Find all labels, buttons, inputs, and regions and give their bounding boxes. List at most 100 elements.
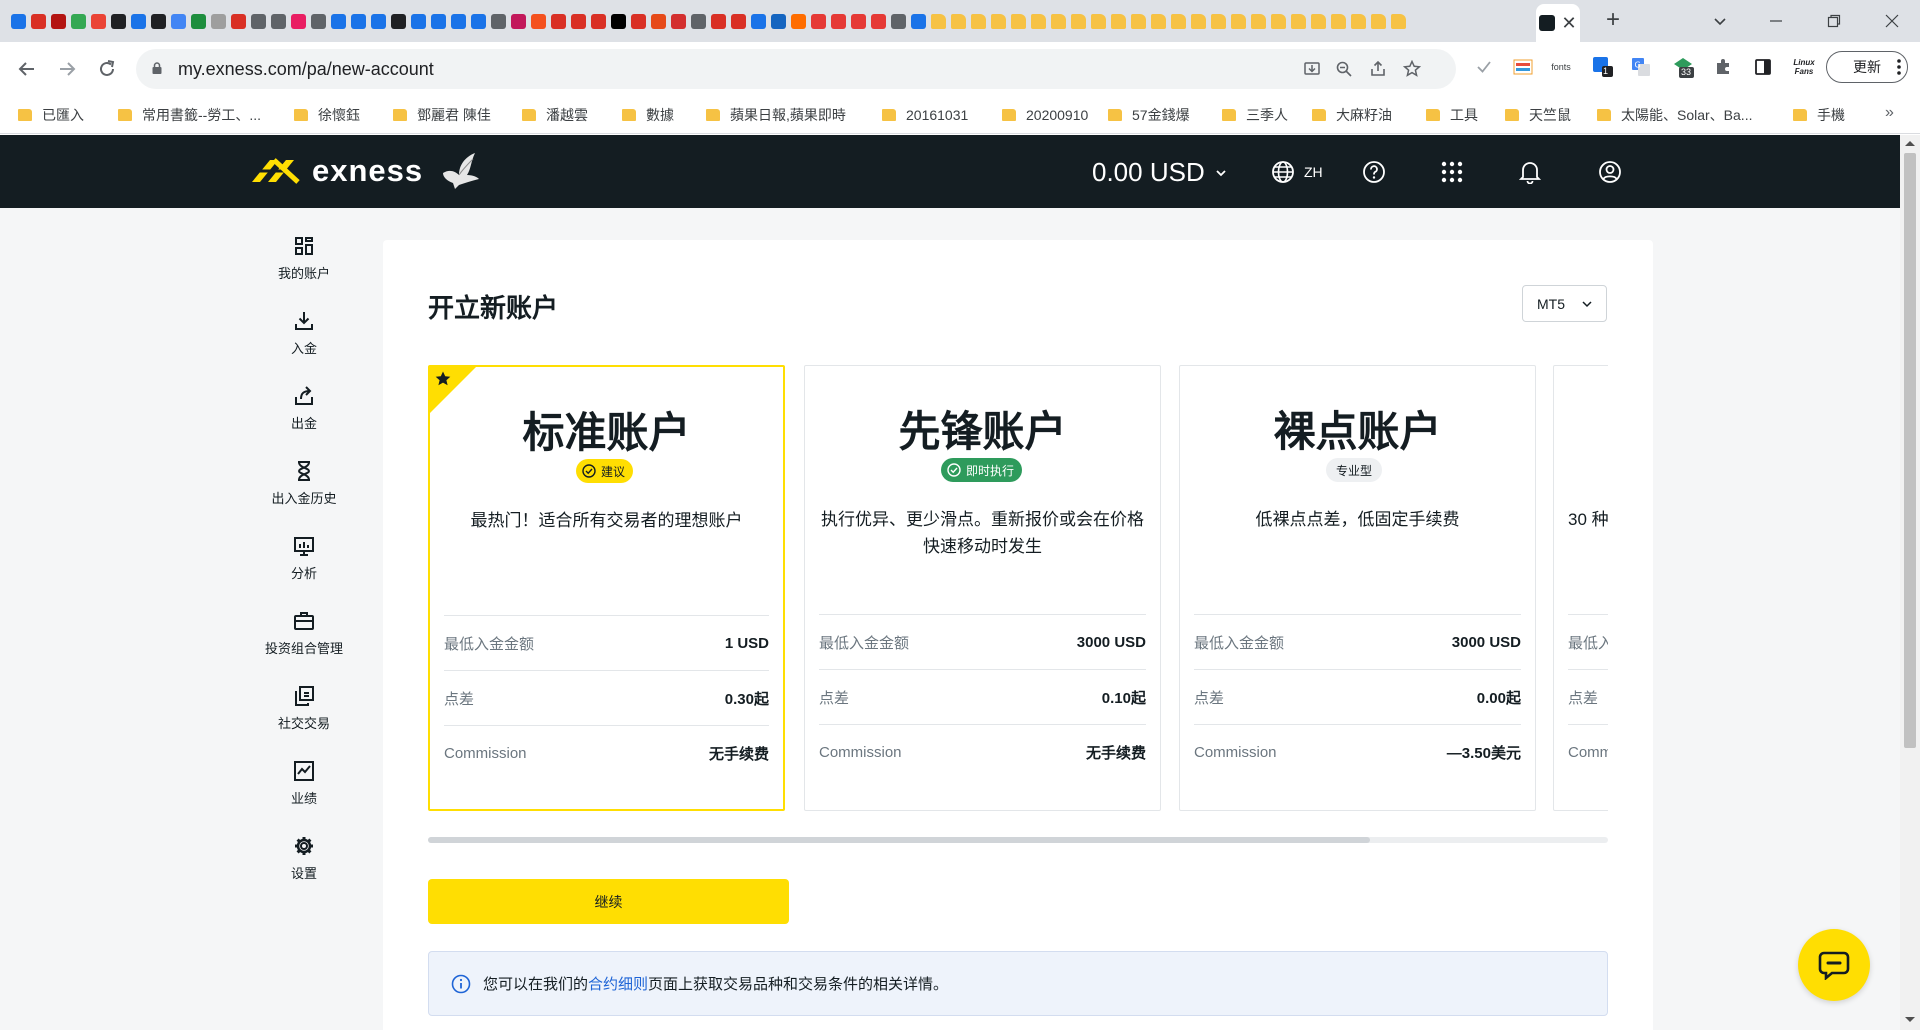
pinned-tab-folder-icon[interactable] xyxy=(1231,13,1246,29)
exness-logo[interactable]: exness xyxy=(248,151,481,191)
bookmark-item[interactable]: 大麻籽油 xyxy=(1312,104,1392,126)
pinned-tab-favicon-icon[interactable] xyxy=(571,13,586,29)
pinned-tab-favicon-icon[interactable] xyxy=(391,13,406,29)
platform-select[interactable]: MT5 xyxy=(1522,285,1607,322)
sidebar-item-my-accounts[interactable]: 我的账户 xyxy=(240,235,368,297)
pinned-tab-folder-icon[interactable] xyxy=(1211,13,1226,29)
pinned-tab-folder-icon[interactable] xyxy=(1051,13,1066,29)
pinned-tab-favicon-icon[interactable] xyxy=(511,13,526,29)
tab-search-icon[interactable] xyxy=(1692,0,1748,42)
pinned-tab-favicon-icon[interactable] xyxy=(491,13,506,29)
translate-badge-extension-icon[interactable]: 1 xyxy=(1592,56,1614,78)
pinned-tab-folder-icon[interactable] xyxy=(1131,13,1146,29)
sidebar-item-analytics[interactable]: 分析 xyxy=(240,535,368,597)
pinned-tab-folder-icon[interactable] xyxy=(1391,13,1406,29)
forward-icon[interactable] xyxy=(52,54,82,84)
check-extension-icon[interactable] xyxy=(1473,56,1495,78)
pinned-tab-favicon-icon[interactable] xyxy=(231,13,246,29)
active-tab[interactable]: ✕ xyxy=(1536,4,1580,42)
pinned-tab-favicon-icon[interactable] xyxy=(771,13,786,29)
contract-specs-link[interactable]: 合约细则 xyxy=(588,973,648,994)
account-type-carousel[interactable]: 标准账户 建议 最热门！适合所有交易者的理想账户 最低入金金额 1 USD 点差… xyxy=(428,365,1608,813)
pinned-tab-favicon-icon[interactable] xyxy=(751,13,766,29)
pinned-tab-folder-icon[interactable] xyxy=(1191,13,1206,29)
sidebar-item-history[interactable]: 出入金历史 xyxy=(240,460,368,522)
bell-icon[interactable] xyxy=(1517,159,1543,185)
scroll-down-arrow-icon[interactable] xyxy=(1905,1017,1915,1022)
pinned-tab-folder-icon[interactable] xyxy=(1271,13,1286,29)
share-icon[interactable] xyxy=(1368,59,1388,79)
bookmark-item[interactable]: 徐懷鈺 xyxy=(294,104,360,126)
pinned-tab-favicon-icon[interactable] xyxy=(251,13,266,29)
pinned-tab-favicon-icon[interactable] xyxy=(851,13,866,29)
scroll-up-arrow-icon[interactable] xyxy=(1905,141,1915,146)
pinned-tab-favicon-icon[interactable] xyxy=(131,13,146,29)
pinned-tab-folder-icon[interactable] xyxy=(1371,13,1386,29)
pinned-tab-favicon-icon[interactable] xyxy=(591,13,606,29)
pinned-tab-favicon-icon[interactable] xyxy=(451,13,466,29)
bookmark-item[interactable]: 20161031 xyxy=(882,104,968,126)
close-tab-icon[interactable]: ✕ xyxy=(1561,14,1576,32)
sidebar-item-portfolio[interactable]: 投资组合管理 xyxy=(240,610,368,672)
pinned-tab-favicon-icon[interactable] xyxy=(431,13,446,29)
carousel-scrollbar-thumb[interactable] xyxy=(428,837,1370,843)
pinned-tab-favicon-icon[interactable] xyxy=(531,13,546,29)
pinned-tab-favicon-icon[interactable] xyxy=(871,13,886,29)
back-icon[interactable] xyxy=(12,54,42,84)
account-card-standard[interactable]: 标准账户 建议 最热门！适合所有交易者的理想账户 最低入金金额 1 USD 点差… xyxy=(428,365,785,811)
pinned-tab-favicon-icon[interactable] xyxy=(111,13,126,29)
pinned-tab-favicon-icon[interactable] xyxy=(91,13,106,29)
pinned-tab-favicon-icon[interactable] xyxy=(611,13,626,29)
bookmark-item[interactable]: 鄧麗君 陳佳 xyxy=(393,104,491,126)
apps-grid-icon[interactable] xyxy=(1439,159,1465,185)
bookmark-item[interactable]: 三季人 xyxy=(1222,104,1288,126)
sidebar-item-deposit[interactable]: 入金 xyxy=(240,310,368,372)
continue-button[interactable]: 继续 xyxy=(428,879,789,924)
bookmark-item[interactable]: 已匯入 xyxy=(18,104,84,126)
pinned-tab-favicon-icon[interactable] xyxy=(911,13,926,29)
live-chat-button[interactable] xyxy=(1798,929,1870,1001)
url-text[interactable]: my.exness.com/pa/new-account xyxy=(178,59,434,80)
bookmark-star-icon[interactable] xyxy=(1402,59,1422,79)
pinned-tab-favicon-icon[interactable] xyxy=(51,13,66,29)
pinned-tab-favicon-icon[interactable] xyxy=(351,13,366,29)
close-window-icon[interactable] xyxy=(1864,0,1920,42)
pinned-tab-favicon-icon[interactable] xyxy=(831,13,846,29)
browser-menu-icon[interactable] xyxy=(1888,56,1910,78)
pinned-tab-favicon-icon[interactable] xyxy=(811,13,826,29)
pinned-tab-folder-icon[interactable] xyxy=(1331,13,1346,29)
puzzle-extensions-icon[interactable] xyxy=(1712,56,1734,78)
bookmark-item[interactable]: 太陽能、Solar、Ba... xyxy=(1597,104,1752,126)
restore-icon[interactable] xyxy=(1806,0,1862,42)
pinned-tab-folder-icon[interactable] xyxy=(951,13,966,29)
sidebar-item-settings[interactable]: 设置 xyxy=(240,835,368,897)
address-bar[interactable]: my.exness.com/pa/new-account xyxy=(136,49,1456,89)
zoom-icon[interactable] xyxy=(1334,59,1354,79)
pinned-tab-favicon-icon[interactable] xyxy=(151,13,166,29)
account-card-raw-spread[interactable]: 裸点账户 专业型 低裸点点差，低固定手续费 最低入金金额 3000 USD 点差… xyxy=(1179,365,1536,811)
pinned-tab-favicon-icon[interactable] xyxy=(31,13,46,29)
sidebar-item-performance[interactable]: 业绩 xyxy=(240,760,368,822)
pinned-tab-favicon-icon[interactable] xyxy=(11,13,26,29)
pinned-tab-favicon-icon[interactable] xyxy=(791,13,806,29)
sidebar-item-social-trading[interactable]: 社交交易 xyxy=(240,685,368,747)
pinned-tab-folder-icon[interactable] xyxy=(971,13,986,29)
smart-extension-icon[interactable] xyxy=(1512,56,1534,78)
bookmark-item[interactable]: 數據 xyxy=(622,104,674,126)
bookmark-item[interactable]: 57金錢爆 xyxy=(1108,104,1190,126)
account-card-pro[interactable]: 先锋账户 即时执行 执行优异、更少滑点。重新报价或会在价格快速移动时发生 最低入… xyxy=(804,365,1161,811)
reload-icon[interactable] xyxy=(92,54,122,84)
sidebar-item-withdraw[interactable]: 出金 xyxy=(240,385,368,447)
install-app-icon[interactable] xyxy=(1302,59,1322,79)
help-icon[interactable] xyxy=(1361,159,1387,185)
pinned-tab-favicon-icon[interactable] xyxy=(171,13,186,29)
carousel-scrollbar[interactable] xyxy=(428,837,1608,843)
green-extension-icon[interactable]: 33 xyxy=(1672,56,1694,78)
pinned-tab-folder-icon[interactable] xyxy=(1251,13,1266,29)
pinned-tab-favicon-icon[interactable] xyxy=(411,13,426,29)
pinned-tab-folder-icon[interactable] xyxy=(1151,13,1166,29)
pinned-tab-favicon-icon[interactable] xyxy=(191,13,206,29)
pinned-tab-favicon-icon[interactable] xyxy=(371,13,386,29)
pinned-tab-favicon-icon[interactable] xyxy=(271,13,286,29)
pinned-tab-favicon-icon[interactable] xyxy=(311,13,326,29)
